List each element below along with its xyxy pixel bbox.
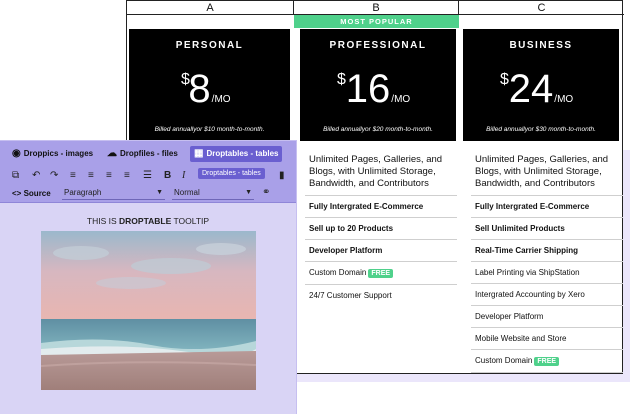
comment-icon[interactable]: ▮ [279, 169, 285, 183]
feature-cell[interactable]: 24/7 Customer Support [305, 285, 457, 306]
feature-cell[interactable]: Custom Domain FREE [305, 262, 457, 285]
feature-label: Custom Domain [309, 268, 367, 277]
bold-icon[interactable]: B [164, 169, 171, 183]
price-amount: 8 [188, 67, 211, 111]
tab-droptables[interactable]: ▦ Droptables - tables [190, 146, 283, 162]
undo-icon[interactable]: ↶ [32, 169, 40, 183]
tab-label: Droppics - images [23, 149, 94, 158]
feature-cell[interactable]: Fully Intergrated E-Commerce [471, 196, 623, 218]
price-period: /MO [211, 94, 231, 105]
feature-cell[interactable]: Unlimited Pages, Galleries, and Blogs, w… [305, 149, 457, 196]
align-justify-icon[interactable]: ≡ [124, 169, 130, 183]
source-button[interactable]: <> Source [12, 187, 51, 201]
format-toolbar: ⧉ ↶ ↷ ≡ ≡ ≡ ≡ ☰ B I Droptables - tables … [0, 167, 296, 185]
camera-icon: ◉ [12, 148, 21, 159]
feature-cell[interactable]: Developer Platform [305, 240, 457, 262]
beach-photo[interactable] [41, 231, 256, 390]
align-left-icon[interactable]: ≡ [70, 169, 76, 183]
size-value: Normal [174, 188, 200, 197]
table-icon: ▦ [194, 148, 204, 159]
cloud-icon: ☁ [107, 148, 117, 159]
feature-cell[interactable]: Mobile Website and Store [471, 328, 623, 350]
beach-photo-graphic [41, 231, 256, 390]
plan-price: $ 24/MO [463, 67, 619, 115]
editor-panel: ◉ Droppics - images ☁ Dropfiles - files … [0, 141, 296, 414]
free-badge: FREE [368, 269, 394, 278]
tab-label: Dropfiles - files [120, 149, 178, 158]
code-icon: <> [12, 189, 22, 198]
title-prefix: THIS IS [86, 216, 120, 226]
column-header-b[interactable]: B [294, 1, 459, 15]
billing-note: Billed annuallyor $10 month-to-month. [154, 126, 265, 133]
plan-name: PERSONAL [175, 40, 244, 51]
link-icon[interactable]: ⚭ [262, 186, 270, 200]
billing-note: Billed annuallyor $30 month-to-month. [486, 126, 596, 133]
price-period: /MO [391, 94, 411, 105]
chevron-down-icon: ▼ [156, 189, 163, 196]
plan-card-personal[interactable]: PERSONAL $ 8/MO Billed annuallyor $10 mo… [129, 29, 290, 141]
tab-dropfiles[interactable]: ☁ Dropfiles - files [107, 146, 178, 162]
feature-cell[interactable]: Intergrated Accounting by Xero [471, 284, 623, 306]
plan-card-professional[interactable]: PROFESSIONAL $ 16/MO Billed annuallyor $… [300, 29, 456, 141]
italic-icon[interactable]: I [182, 169, 185, 183]
feature-label: Custom Domain [475, 356, 533, 365]
source-label: Source [23, 189, 51, 198]
billing-note: Billed annuallyor $20 month-to-month. [323, 126, 433, 133]
expand-icon[interactable]: ⧉ [12, 169, 19, 183]
feature-cell[interactable]: Label Printing via ShipStation [471, 262, 623, 284]
currency-symbol: $ [500, 71, 509, 88]
plan-price: $ 8/MO [129, 67, 290, 115]
plan-name: BUSINESS [509, 40, 573, 51]
feature-cell[interactable]: Real-Time Carrier Shipping [471, 240, 623, 262]
droptables-tooltip: Droptables - tables [198, 168, 265, 179]
features-professional: Unlimited Pages, Galleries, and Blogs, w… [305, 149, 457, 306]
features-business: Unlimited Pages, Galleries, and Blogs, w… [471, 149, 623, 373]
list-icon[interactable]: ☰ [143, 169, 152, 183]
currency-symbol: $ [181, 71, 190, 88]
paragraph-select[interactable]: Paragraph ▼ [62, 187, 165, 200]
size-select[interactable]: Normal ▼ [172, 187, 254, 200]
feature-cell[interactable]: Fully Intergrated E-Commerce [305, 196, 457, 218]
price-amount: 16 [345, 67, 391, 111]
feature-cell[interactable]: Sell up to 20 Products [305, 218, 457, 240]
chevron-down-icon: ▼ [245, 189, 252, 196]
align-center-icon[interactable]: ≡ [88, 169, 94, 183]
price-amount: 24 [508, 67, 554, 111]
redo-icon[interactable]: ↷ [50, 169, 58, 183]
feature-cell[interactable]: Unlimited Pages, Galleries, and Blogs, w… [471, 149, 623, 196]
column-header-c[interactable]: C [459, 1, 624, 15]
feature-cell[interactable]: Custom Domain FREE [471, 350, 623, 373]
free-badge: FREE [534, 357, 560, 366]
plan-card-business[interactable]: BUSINESS $ 24/MO Billed annuallyor $30 m… [463, 29, 619, 141]
title-bold: DROPTABLE [119, 216, 172, 226]
price-period: /MO [554, 94, 574, 105]
tab-label: Droptables - tables [206, 149, 279, 158]
currency-symbol: $ [337, 71, 346, 88]
most-popular-banner: MOST POPULAR [294, 15, 459, 28]
column-header-a[interactable]: A [127, 1, 294, 15]
plugin-toolbar: ◉ Droppics - images ☁ Dropfiles - files … [0, 141, 296, 167]
paragraph-value: Paragraph [64, 188, 102, 197]
align-right-icon[interactable]: ≡ [106, 169, 112, 183]
tab-droppics[interactable]: ◉ Droppics - images [12, 146, 93, 162]
feature-cell[interactable]: Developer Platform [471, 306, 623, 328]
title-suffix: TOOLTIP [171, 216, 210, 226]
plan-price: $ 16/MO [300, 67, 456, 115]
content-title[interactable]: THIS IS DROPTABLE TOOLTIP [0, 216, 296, 226]
block-toolbar: <> Source Paragraph ▼ Normal ▼ ⚭ [0, 185, 296, 203]
feature-cell[interactable]: Sell Unlimited Products [471, 218, 623, 240]
plan-name: PROFESSIONAL [329, 40, 427, 51]
